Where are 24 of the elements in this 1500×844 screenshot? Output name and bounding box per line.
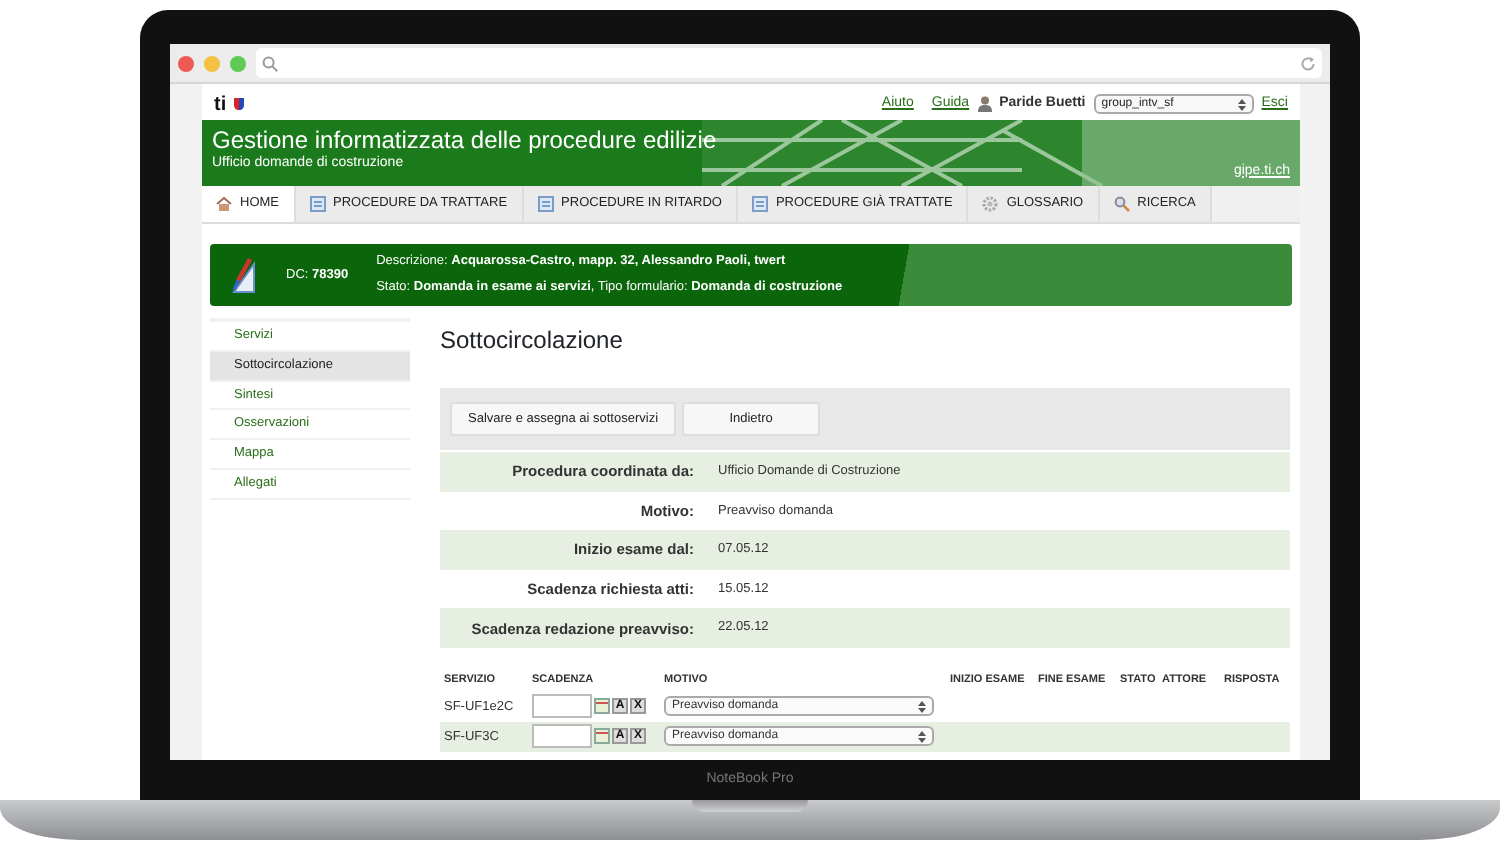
banner-title: Gestione informatizzata delle procedure edilizie [212,126,717,154]
caret-icon [918,729,926,744]
maximize-dot[interactable] [230,55,246,71]
caret-icon [918,699,926,714]
gear-icon [982,196,999,212]
page-title: Sottocircolazione [440,324,625,358]
minimize-dot[interactable] [204,55,220,71]
logo-text: ti [214,91,227,119]
table-icon [751,196,768,212]
shield-icon [234,98,245,110]
table-icon [309,196,325,212]
user-icon [977,96,992,112]
search-icon [262,55,278,71]
address-field[interactable] [256,48,1322,78]
date-input[interactable] [532,724,592,749]
calendar-icon[interactable] [594,728,610,745]
caret-icon [1237,97,1246,111]
table-icon [537,196,554,212]
close-dot[interactable] [178,55,194,71]
home-icon [216,196,232,212]
search-icon [1113,196,1130,212]
date-input[interactable] [532,694,592,719]
reload-icon[interactable] [1300,55,1316,71]
calendar-icon[interactable] [594,698,610,715]
